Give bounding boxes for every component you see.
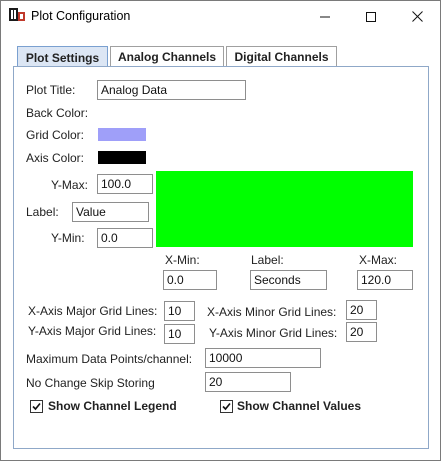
- minimize-button[interactable]: [302, 1, 348, 32]
- x-minor-grid-input[interactable]: 20: [346, 300, 377, 320]
- tab-digital-channels[interactable]: Digital Channels: [226, 46, 337, 67]
- ymin-label: Y-Min:: [51, 231, 85, 245]
- y-major-grid-input[interactable]: 10: [164, 324, 195, 344]
- max-data-points-label: Maximum Data Points/channel:: [26, 352, 193, 366]
- plot-title-input[interactable]: Analog Data: [97, 80, 246, 100]
- title-bar[interactable]: Plot Configuration: [1, 1, 440, 32]
- ylabel-input[interactable]: Value: [72, 202, 149, 222]
- tab-label: Analog Channels: [117, 50, 216, 64]
- y-minor-grid-label: Y-Axis Minor Grid Lines:: [209, 326, 338, 340]
- no-change-skip-input[interactable]: 20: [205, 372, 291, 392]
- max-data-points-input[interactable]: 10000: [205, 348, 321, 368]
- plot-preview: [156, 171, 413, 247]
- tab-analog-channels[interactable]: Analog Channels: [110, 46, 224, 67]
- show-values-label[interactable]: Show Channel Values: [237, 399, 361, 413]
- close-button[interactable]: [394, 1, 440, 32]
- minimize-icon: [320, 16, 330, 17]
- xlabel-label: Label:: [251, 253, 284, 267]
- show-values-checkbox[interactable]: [220, 400, 233, 413]
- maximize-icon: [366, 11, 376, 22]
- xmin-label: X-Min:: [165, 253, 200, 267]
- ylabel-label: Label:: [26, 205, 59, 219]
- no-change-skip-label: No Change Skip Storing: [26, 376, 155, 390]
- checkmark-icon: [32, 402, 41, 411]
- checkmark-icon: [222, 402, 231, 411]
- close-icon: [411, 11, 423, 22]
- plot-configuration-window: Plot Configuration Plot Settings Analog …: [0, 0, 441, 461]
- back-color-swatch[interactable]: [98, 106, 146, 119]
- ymin-input[interactable]: 0.0: [97, 228, 153, 248]
- maximize-button[interactable]: [348, 1, 394, 32]
- tab-plot-settings[interactable]: Plot Settings: [17, 46, 108, 68]
- x-minor-grid-label: X-Axis Minor Grid Lines:: [207, 305, 337, 319]
- app-logo-icon: [9, 8, 25, 21]
- x-major-grid-label: X-Axis Major Grid Lines:: [28, 304, 158, 318]
- y-minor-grid-input[interactable]: 20: [346, 322, 377, 342]
- grid-color-swatch[interactable]: [98, 128, 146, 141]
- tab-label: Plot Settings: [25, 50, 100, 65]
- show-legend-label[interactable]: Show Channel Legend: [48, 399, 177, 413]
- xlabel-input[interactable]: Seconds: [250, 270, 327, 290]
- xmax-input[interactable]: 120.0: [357, 270, 413, 290]
- back-color-label: Back Color:: [26, 106, 89, 120]
- x-major-grid-input[interactable]: 10: [164, 301, 195, 321]
- axis-color-swatch[interactable]: [98, 151, 146, 164]
- window-title: Plot Configuration: [31, 9, 131, 23]
- ymax-input[interactable]: 100.0: [97, 174, 153, 194]
- axis-color-label: Axis Color:: [26, 151, 85, 165]
- y-major-grid-label: Y-Axis Major Grid Lines:: [28, 324, 157, 338]
- grid-color-label: Grid Color:: [26, 128, 85, 142]
- plot-title-label: Plot Title:: [26, 83, 76, 97]
- ymax-label: Y-Max:: [51, 178, 88, 192]
- xmin-input[interactable]: 0.0: [163, 270, 217, 290]
- xmax-label: X-Max:: [359, 253, 398, 267]
- tab-label: Digital Channels: [234, 50, 329, 64]
- show-legend-checkbox[interactable]: [30, 400, 43, 413]
